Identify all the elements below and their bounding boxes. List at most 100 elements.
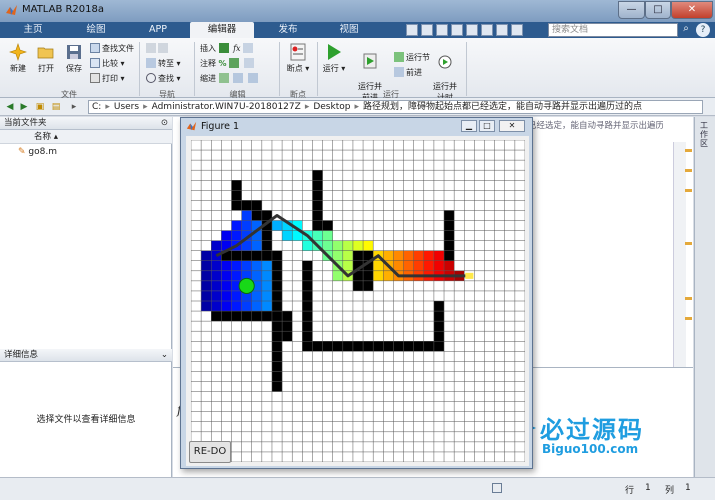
name-column-header[interactable]: 名称 ▴ [0, 130, 172, 144]
path-planning-grid[interactable] [191, 140, 525, 462]
find-button[interactable]: 查找 ▾ [146, 73, 181, 85]
workspace-tab-label[interactable]: 工作区 [700, 121, 710, 148]
visited-cell [423, 250, 434, 261]
copy-quick-icon[interactable] [436, 24, 448, 36]
back-arrow-icon[interactable]: ◀ [4, 101, 16, 113]
start-marker [238, 277, 255, 294]
search-icon[interactable]: ⌕ [679, 23, 693, 37]
breadcrumb-users[interactable]: Users [114, 102, 139, 112]
compare-icon [90, 58, 100, 68]
advance-button[interactable]: 前进 [394, 67, 422, 79]
obstacle-cell [433, 311, 445, 322]
save-button[interactable]: 保存 [60, 43, 88, 74]
run-button[interactable]: 运行 ▾ [321, 43, 347, 74]
help-quick-icon[interactable] [511, 24, 523, 36]
workspace-dock[interactable]: 工作区 [694, 117, 715, 477]
run-section-button[interactable]: 运行节 [394, 52, 430, 64]
obstacle-cell [383, 341, 394, 352]
figure-canvas[interactable]: RE-DO [186, 136, 529, 466]
chevron-down-icon[interactable]: ⌄ [161, 349, 168, 362]
ribbon-separator [466, 42, 467, 96]
editor-tab-label[interactable]: 已经选定，能自动寻路并显示出遍历... [528, 119, 663, 131]
breadcrumb-admin[interactable]: Administrator.WIN7U-20180127Z [152, 102, 301, 112]
obstacle-cell [312, 190, 323, 201]
code-analyzer-mark[interactable] [685, 242, 692, 245]
visited-cell [332, 250, 343, 261]
redo-quick-icon[interactable] [481, 24, 493, 36]
cut-quick-icon[interactable] [421, 24, 433, 36]
insert-button[interactable]: 插入 fx [200, 43, 255, 55]
code-analyzer-mark[interactable] [685, 297, 692, 300]
code-analyzer-mark[interactable] [685, 169, 692, 172]
tab-view[interactable]: 视图 [320, 22, 378, 38]
new-button[interactable]: 新建 [4, 43, 32, 74]
fx-icon: fx [233, 44, 241, 53]
save-quick-icon[interactable] [406, 24, 418, 36]
visited-cell [231, 220, 242, 231]
back-nav-button[interactable] [146, 43, 170, 55]
breadcrumb-desktop[interactable]: Desktop [313, 102, 350, 112]
minimize-button[interactable]: — [618, 1, 645, 19]
goto-button[interactable]: 转至 ▾ [146, 58, 181, 70]
obstacle-cell [271, 250, 283, 261]
breadcrumb-project[interactable]: 路径规划，障碍物起始点都已经选定，能自动寻路并显示出遍历过的点 [363, 102, 642, 112]
tab-home[interactable]: 主页 [4, 22, 62, 38]
visited-cell [403, 250, 414, 261]
figure-close-button[interactable]: ✕ [499, 120, 525, 132]
chevron-down-icon[interactable]: ⊙ [161, 117, 168, 130]
undo-quick-icon[interactable] [466, 24, 478, 36]
find-files-button[interactable]: 查找文件 [90, 43, 134, 55]
insert-menu-icon [243, 43, 254, 53]
code-analyzer-mark[interactable] [685, 149, 692, 152]
visited-cell [373, 260, 384, 271]
code-analyzer-mark[interactable] [685, 317, 692, 320]
editor-scrollbar[interactable] [673, 142, 686, 367]
compare-button[interactable]: 比较 ▾ [90, 58, 125, 70]
open-button[interactable]: 打开 [32, 43, 60, 74]
current-folder-path[interactable]: C: ▸ Users ▸ Administrator.WIN7U-20180127Z ▸ D… [88, 100, 703, 114]
status-icon[interactable] [492, 483, 502, 493]
tab-plots[interactable]: 绘图 [66, 22, 126, 38]
tab-publish[interactable]: 发布 [258, 22, 318, 38]
figure-window[interactable]: Figure 1 ▁ □ ✕ RE-DO [180, 117, 533, 469]
obstacle-cell [302, 311, 313, 322]
figure-minimize-button[interactable]: ▁ [461, 120, 477, 132]
visited-cell [413, 260, 424, 271]
visited-cell [211, 301, 222, 312]
forward-arrow-icon[interactable]: ▶ [18, 101, 30, 113]
switch-windows-icon[interactable] [496, 24, 508, 36]
visited-cell [201, 260, 212, 271]
tab-apps[interactable]: APP [130, 22, 186, 38]
search-input[interactable]: 搜索文档 [548, 23, 678, 37]
paste-quick-icon[interactable] [451, 24, 463, 36]
advance-icon [394, 67, 404, 77]
breadcrumb-drive[interactable]: C: [92, 102, 101, 112]
print-button[interactable]: 打印 ▾ [90, 73, 125, 85]
help-icon[interactable]: ? [696, 23, 710, 37]
chevron-right-icon[interactable]: ▸ [68, 101, 80, 113]
redo-button[interactable]: RE-DO [189, 441, 231, 463]
visited-cell [241, 301, 252, 312]
close-button[interactable]: ✕ [671, 1, 713, 19]
obstacle-cell [352, 341, 364, 352]
visited-cell [413, 250, 424, 261]
visited-cell [332, 270, 343, 281]
browse-folder-icon[interactable]: ▤ [50, 101, 62, 113]
obstacle-cell [363, 341, 374, 352]
list-item[interactable]: ✎ go8.m [18, 147, 57, 157]
visited-cell [251, 270, 262, 281]
editor-ribbon: 新建 打开 保存 查找文件 比较 ▾ 打印 ▾ 文件 转至 ▾ 查找 ▾ 导航 … [0, 38, 715, 102]
folder-up-icon[interactable]: ▣ [34, 101, 46, 113]
indent-button[interactable]: 缩进 [200, 73, 260, 85]
code-analyzer-mark[interactable] [685, 189, 692, 192]
insert-icon [218, 43, 229, 53]
tab-editor[interactable]: 编辑器 [190, 22, 254, 38]
visited-cell [332, 240, 343, 251]
obstacle-cell [444, 230, 455, 241]
figure-maximize-button[interactable]: □ [479, 120, 495, 132]
maximize-button[interactable]: □ [645, 1, 671, 19]
visited-cell [231, 301, 242, 312]
breakpoints-button[interactable]: 断点 ▾ [283, 43, 313, 74]
obstacle-cell [312, 200, 323, 211]
comment-button[interactable]: 注释 % [200, 58, 256, 70]
